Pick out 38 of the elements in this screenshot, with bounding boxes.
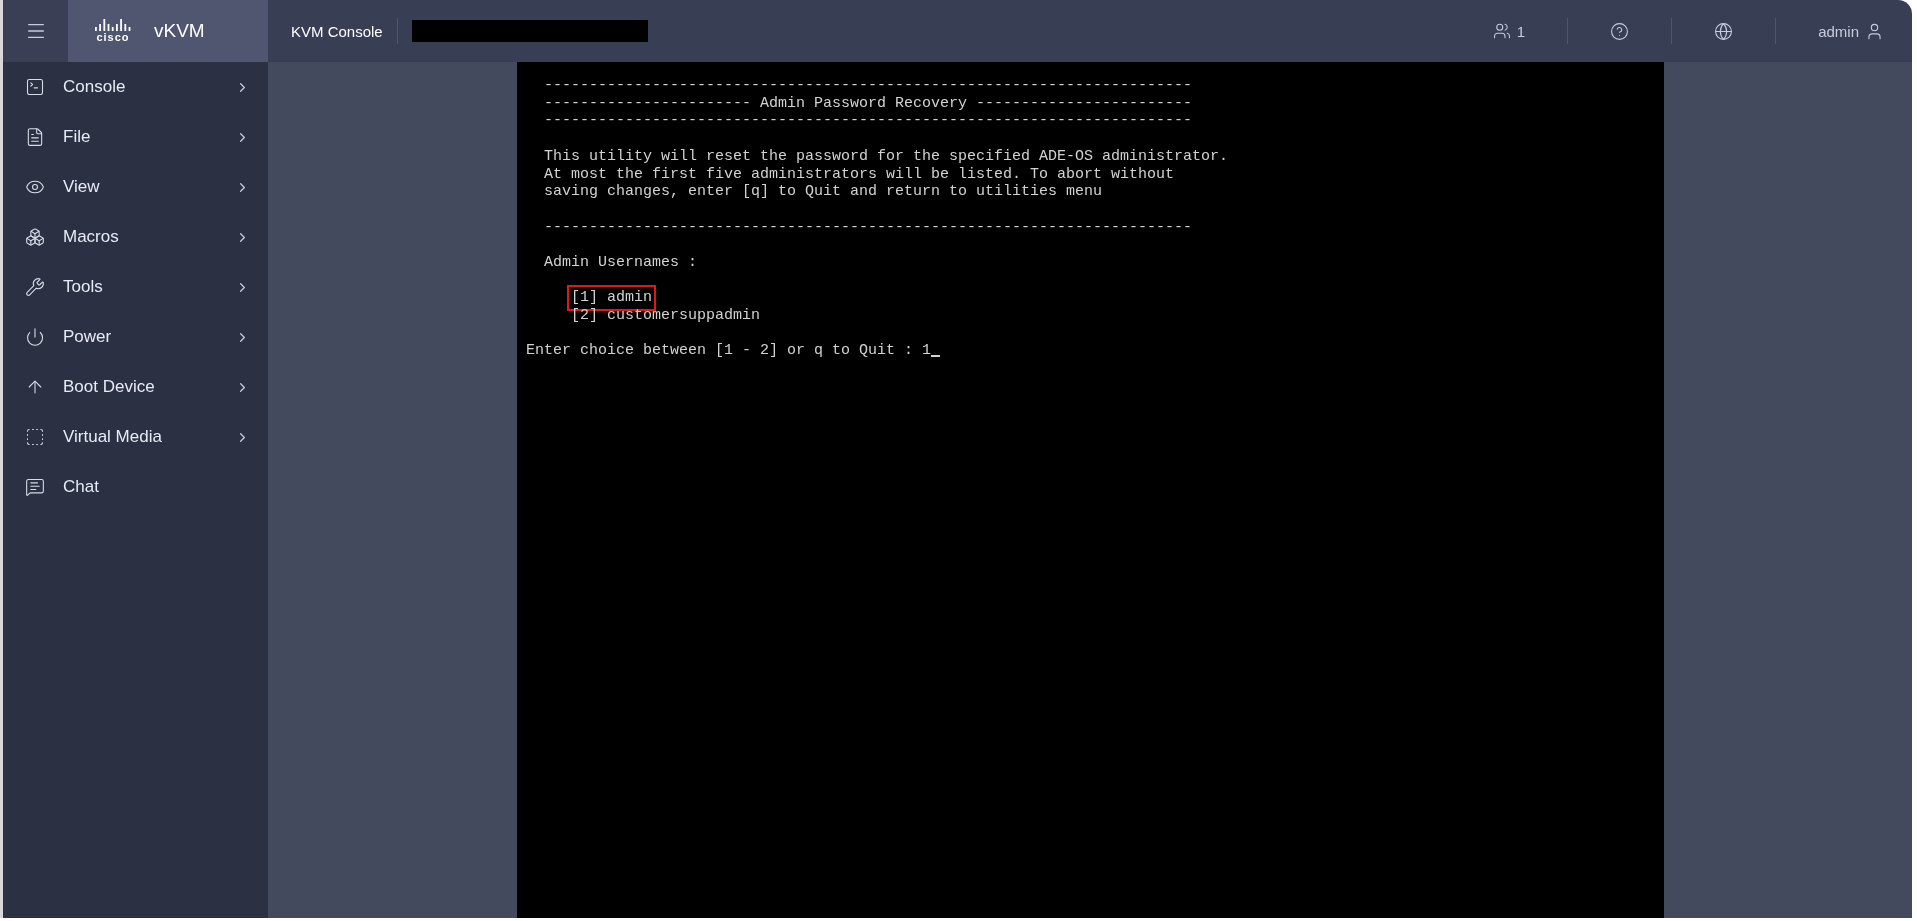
document-icon bbox=[25, 127, 45, 147]
console-text: saving changes, enter [q] to Quit and return to utilities menu bbox=[544, 183, 1103, 201]
console-text: This utility will reset the password for the specified ADE-OS administrator. bbox=[544, 147, 1229, 166]
typed-value: 1 bbox=[922, 342, 932, 361]
dashed-rule: ------------------------------------------------------------------------ bbox=[544, 77, 1193, 95]
dashed-square-icon bbox=[25, 427, 45, 447]
page-title: KVM Console bbox=[291, 22, 383, 40]
cursor-icon bbox=[931, 355, 941, 358]
sidebar-item[interactable]: Boot Device bbox=[3, 362, 268, 412]
sidebar-item[interactable]: Power bbox=[3, 312, 268, 362]
logo-text: cisco bbox=[96, 32, 130, 43]
username-option: [2] customersuppadmin bbox=[571, 307, 761, 325]
users-icon[interactable] bbox=[1492, 22, 1511, 40]
sidebar-item[interactable]: Virtual Media bbox=[3, 412, 268, 462]
sidebar-item[interactable]: Console bbox=[3, 62, 268, 112]
dashed-rule: ----------------------- Admin Password Recovery ------------------------ bbox=[544, 94, 1193, 113]
power-icon bbox=[25, 327, 45, 347]
dashed-rule: ------------------------------------------------------------------------ bbox=[544, 218, 1193, 237]
help-icon[interactable] bbox=[1610, 21, 1630, 41]
console-text: Admin Usernames : bbox=[544, 254, 698, 272]
console-prompt: Enter choice between [1 - 2] or q to Quit : bbox=[526, 342, 915, 361]
user-name[interactable]: admin bbox=[1818, 22, 1859, 40]
sidebar-item[interactable]: Tools bbox=[3, 262, 268, 312]
cubes-icon bbox=[25, 227, 45, 247]
wrench-icon bbox=[25, 277, 45, 297]
dashed-rule: ------------------------------------------------------------------------ bbox=[544, 112, 1193, 131]
terminal-icon bbox=[25, 77, 45, 97]
cisco-bars-icon bbox=[94, 19, 132, 31]
sidebar-item[interactable]: Macros bbox=[3, 212, 268, 262]
sidebar-item[interactable]: Chat bbox=[3, 462, 268, 512]
globe-icon[interactable] bbox=[1714, 21, 1734, 41]
sidebar-item[interactable]: View bbox=[3, 162, 268, 212]
users-count: 1 bbox=[1516, 22, 1526, 40]
chat-icon bbox=[25, 477, 45, 497]
sidebar-item[interactable]: File bbox=[3, 112, 268, 162]
console-text: At most the first five administrators will be listed. To abort without bbox=[544, 165, 1175, 184]
user-icon[interactable] bbox=[1865, 21, 1884, 41]
app-name: vKVM bbox=[154, 20, 205, 42]
